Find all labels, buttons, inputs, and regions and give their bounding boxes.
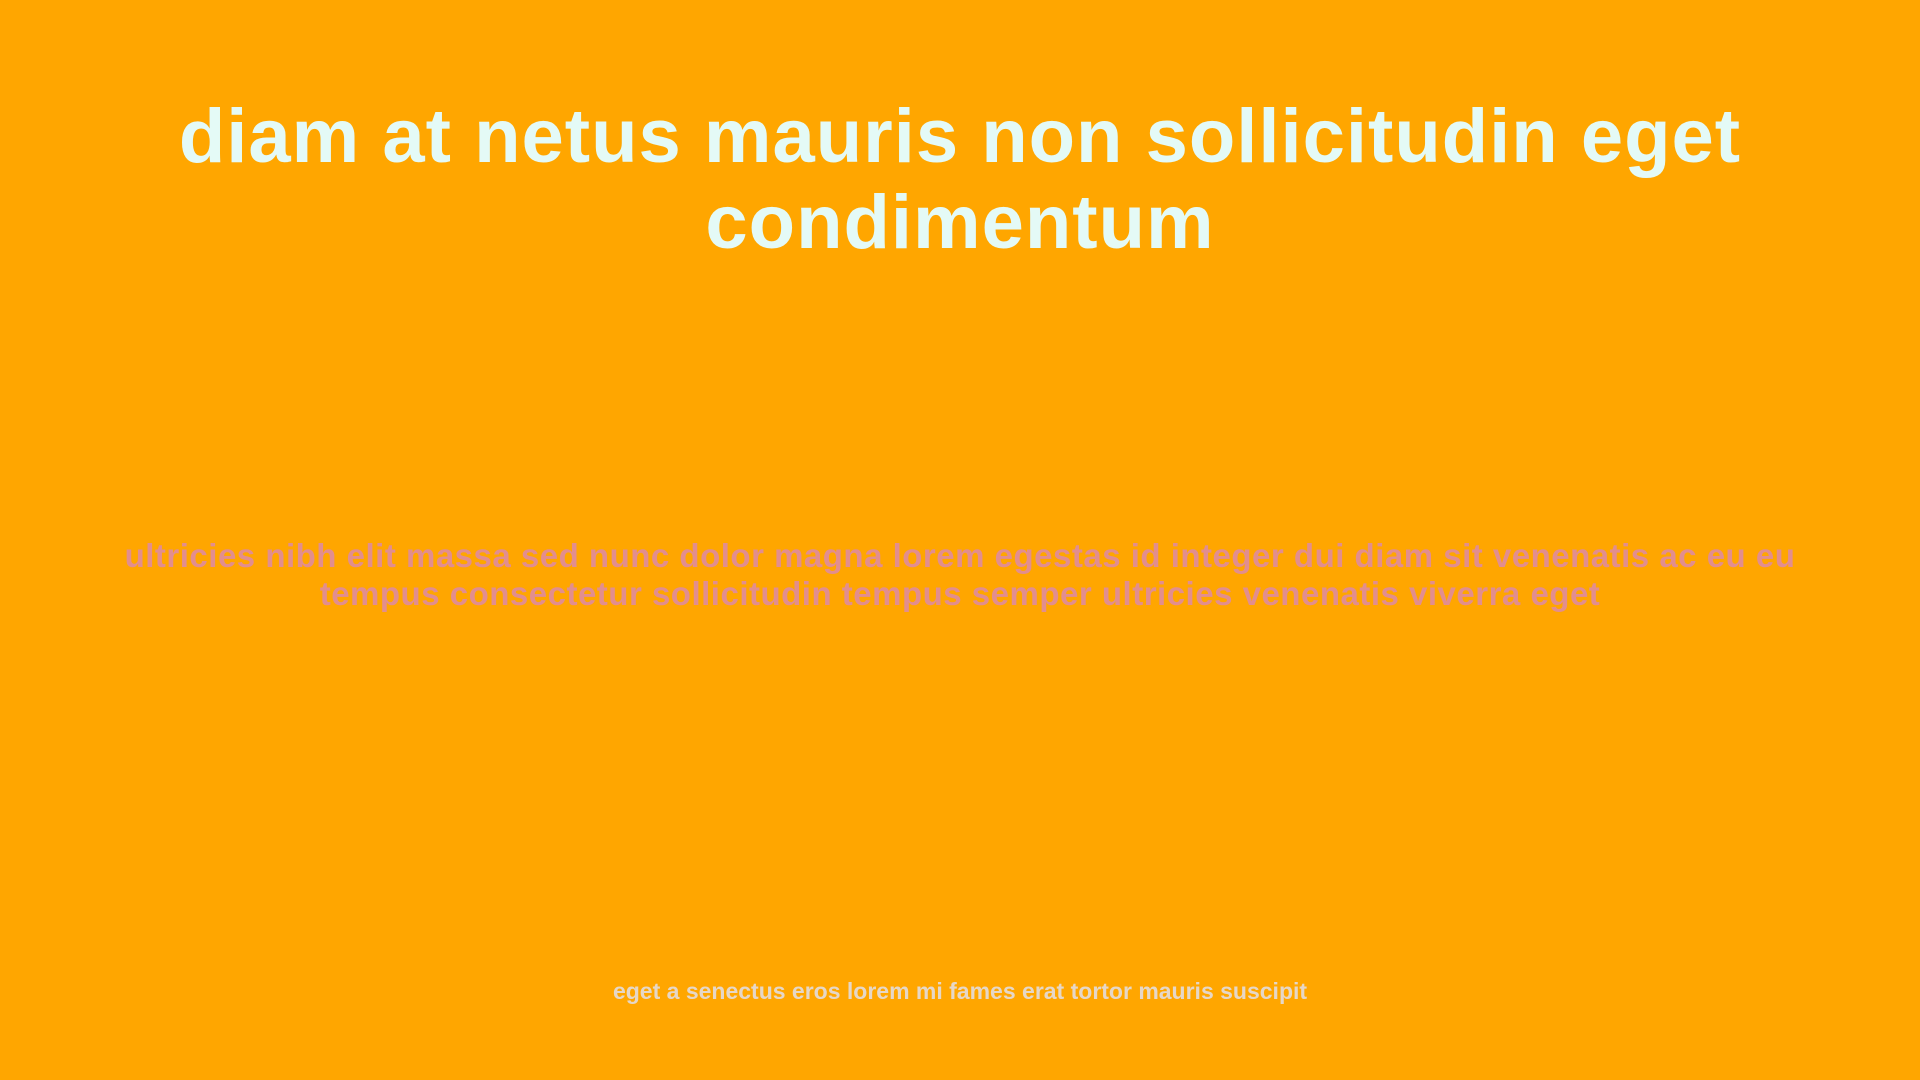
slide-footer-text: eget a senectus eros lorem mi fames erat… [612, 978, 1308, 1004]
slide-subtitle: ultricies nibh elit massa sed nunc dolor… [124, 537, 1796, 612]
slide-title: diam at netus mauris non sollicitudin eg… [178, 94, 1742, 265]
